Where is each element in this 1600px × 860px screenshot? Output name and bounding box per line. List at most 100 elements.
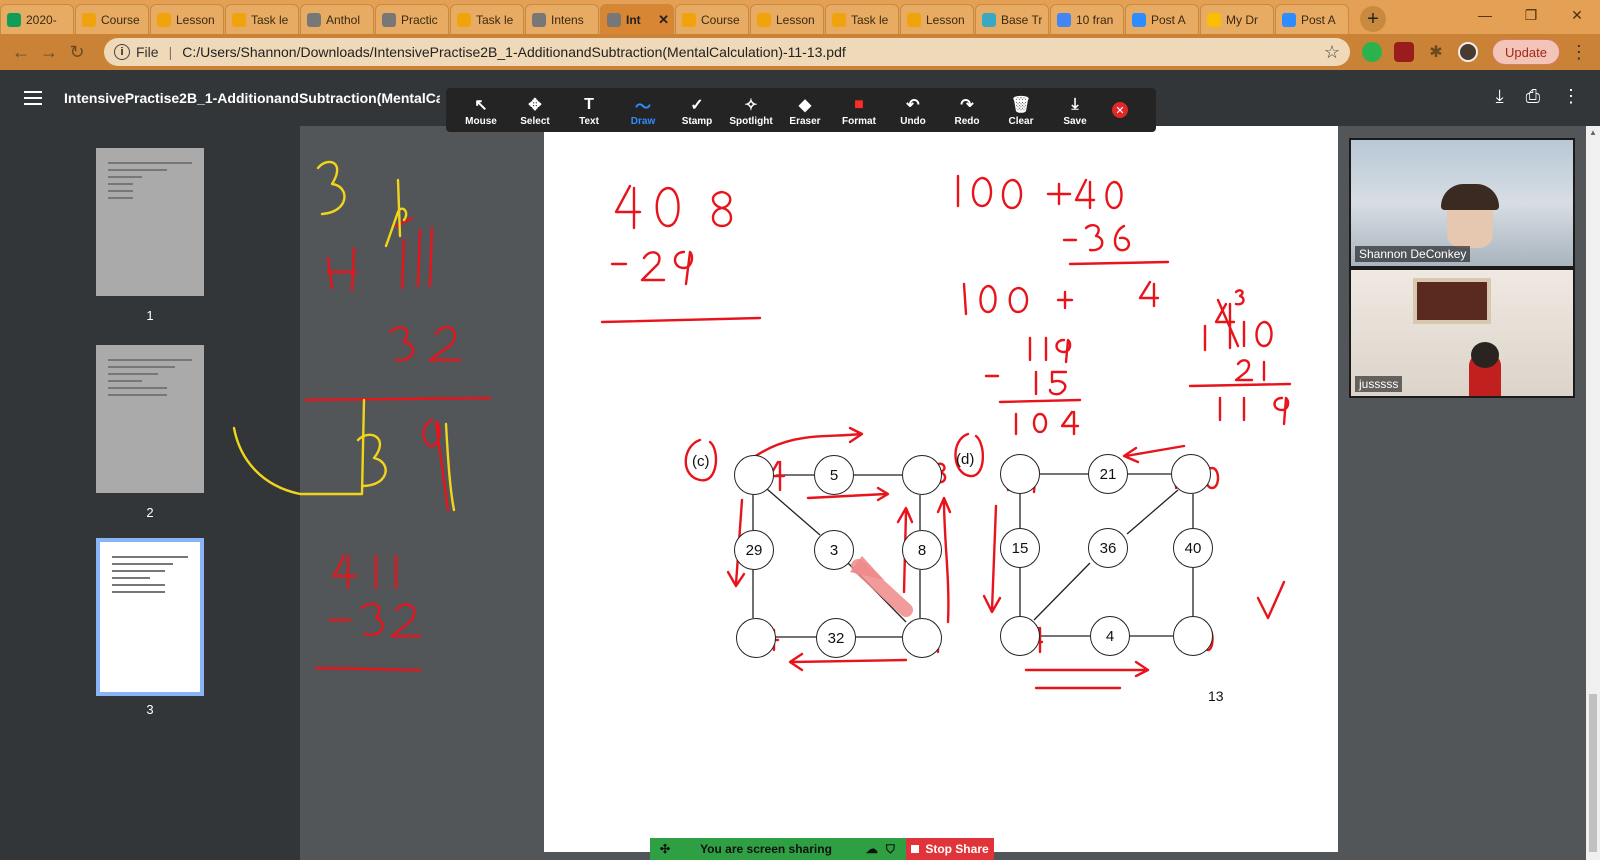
back-icon[interactable]: ←	[8, 39, 34, 65]
node-d-top-right	[1171, 454, 1211, 494]
pdf-title: IntensivePractise2B_1-AdditionandSubtrac…	[64, 90, 440, 106]
tool-spotlight[interactable]: ✧ Spotlight	[724, 94, 778, 127]
tab-label: Intens	[551, 12, 584, 27]
close-window-icon[interactable]: ✕	[1554, 0, 1600, 30]
menu-icon[interactable]	[24, 87, 42, 109]
node-d-center: 36	[1088, 528, 1128, 568]
browser-tab[interactable]: My Dr	[1200, 4, 1274, 34]
node-d-top-left	[1000, 454, 1040, 494]
info-icon[interactable]: i	[114, 44, 130, 60]
browser-tab[interactable]: Practic	[375, 4, 449, 34]
moodle-icon	[832, 12, 846, 27]
vertical-scrollbar[interactable]: ▲	[1586, 126, 1600, 860]
browser-tab[interactable]: Lesson	[750, 4, 824, 34]
extension-green-icon[interactable]	[1362, 42, 1382, 62]
tab-label: Anthol	[326, 12, 361, 27]
minimize-icon[interactable]: —	[1462, 0, 1508, 30]
tool-text[interactable]: T Text	[562, 94, 616, 127]
browser-tab[interactable]: Task le	[450, 4, 524, 34]
tool-eraser[interactable]: ◆ Eraser	[778, 94, 832, 127]
browser-tab[interactable]: 2020-	[0, 4, 74, 34]
moodle-icon	[457, 12, 471, 27]
browser-tab[interactable]: 10 fran	[1050, 4, 1124, 34]
browser-tab[interactable]: Course	[75, 4, 149, 34]
browser-tab[interactable]: Lesson	[150, 4, 224, 34]
tab-label: Task le	[851, 12, 889, 27]
browser-tab[interactable]: Intens	[525, 4, 599, 34]
scrollbar-thumb[interactable]	[1589, 694, 1597, 852]
forward-icon[interactable]: →	[36, 39, 62, 65]
redo-icon: ↷	[960, 96, 974, 114]
update-button[interactable]: Update	[1492, 39, 1560, 65]
drive-icon	[1207, 12, 1221, 27]
browser-menu-icon[interactable]: ⋮	[1570, 42, 1588, 63]
node-c-top-middle: 5	[814, 455, 854, 495]
video-tile[interactable]: Shannon DeConkey	[1351, 140, 1573, 266]
browser-tab[interactable]: Lesson	[900, 4, 974, 34]
thumbnail-page-1[interactable]	[96, 148, 204, 296]
zoom-icon	[1132, 12, 1146, 27]
drag-handle-icon[interactable]: ✣	[660, 842, 670, 856]
close-annotation-icon[interactable]: ✕	[1112, 102, 1128, 118]
participant-hair	[1471, 342, 1499, 368]
tool-draw[interactable]: 〜 Draw	[616, 94, 670, 127]
tool-label: Stamp	[681, 115, 713, 127]
print-icon[interactable]: ⎙	[1526, 86, 1540, 107]
scroll-up-icon[interactable]: ▲	[1589, 128, 1597, 137]
stop-icon	[911, 845, 920, 853]
tool-format[interactable]: ■ Format	[832, 94, 886, 127]
browser-tab[interactable]: Task le	[825, 4, 899, 34]
undo-icon: ↶	[906, 96, 920, 114]
tool-label: Select	[520, 115, 550, 127]
reload-icon[interactable]: ↻	[64, 39, 90, 65]
profile-avatar[interactable]	[1458, 42, 1478, 62]
address-bar[interactable]: i File | C:/Users/Shannon/Downloads/Inte…	[104, 38, 1350, 66]
extensions-puzzle-icon[interactable]: ✱	[1426, 42, 1446, 62]
url-separator: |	[168, 44, 173, 60]
browser-tab[interactable]: Post A	[1125, 4, 1199, 34]
node-c-top-right	[902, 455, 942, 495]
pdf-page	[544, 126, 1338, 852]
bookmark-star-icon[interactable]: ☆	[1324, 42, 1340, 63]
browser-tab[interactable]: Course	[675, 4, 749, 34]
moodle-icon	[157, 12, 171, 27]
tool-label: Text	[579, 115, 599, 127]
tool-label: Clear	[1008, 115, 1034, 127]
tool-save[interactable]: ⤓ Save	[1048, 94, 1102, 127]
stop-share-button[interactable]: Stop Share	[906, 838, 994, 860]
more-icon[interactable]: ⋮	[1562, 86, 1580, 107]
video-tile[interactable]: jusssss	[1351, 270, 1573, 396]
tool-mouse[interactable]: ↖ Mouse	[454, 94, 508, 127]
tool-stamp[interactable]: ✓ Stamp	[670, 94, 724, 127]
moodle-icon	[82, 12, 96, 27]
network-icon: ☁	[865, 842, 878, 856]
tab-label: Lesson	[776, 12, 815, 27]
browser-tab[interactable]: Task le	[225, 4, 299, 34]
tab-label: Post A	[1301, 12, 1336, 27]
tab-label: Course	[101, 12, 140, 27]
thumbnail-page-3[interactable]	[96, 538, 204, 696]
download-icon[interactable]: ⤓	[1496, 86, 1504, 107]
sheets-icon	[7, 12, 21, 27]
tool-clear[interactable]: 🗑 Clear	[994, 94, 1048, 127]
browser-toolbar: ← → ↻ i File | C:/Users/Shannon/Download…	[0, 34, 1600, 70]
label-c: (c)	[692, 453, 710, 470]
tool-label: Eraser	[789, 115, 821, 127]
thumbnail-page-2[interactable]	[96, 345, 204, 493]
url-text: C:/Users/Shannon/Downloads/IntensivePrac…	[182, 44, 846, 60]
node-c-bottom-right	[902, 618, 942, 658]
cursor-icon: ↖	[474, 96, 488, 114]
participant-hair	[1441, 184, 1499, 210]
tool-select[interactable]: ✥ Select	[508, 94, 562, 127]
browser-tab[interactable]: Post A	[1275, 4, 1349, 34]
moodle-icon	[682, 12, 696, 27]
restore-icon[interactable]: ❐	[1508, 0, 1554, 30]
browser-tab[interactable]: Int ✕	[600, 4, 674, 34]
tool-undo[interactable]: ↶ Undo	[886, 94, 940, 127]
close-tab-icon[interactable]: ✕	[658, 12, 669, 28]
new-tab-button[interactable]: +	[1360, 6, 1386, 32]
browser-tab[interactable]: Base Tr	[975, 4, 1049, 34]
browser-tab[interactable]: Anthol	[300, 4, 374, 34]
ublock-icon[interactable]	[1394, 42, 1414, 62]
tool-redo[interactable]: ↷ Redo	[940, 94, 994, 127]
